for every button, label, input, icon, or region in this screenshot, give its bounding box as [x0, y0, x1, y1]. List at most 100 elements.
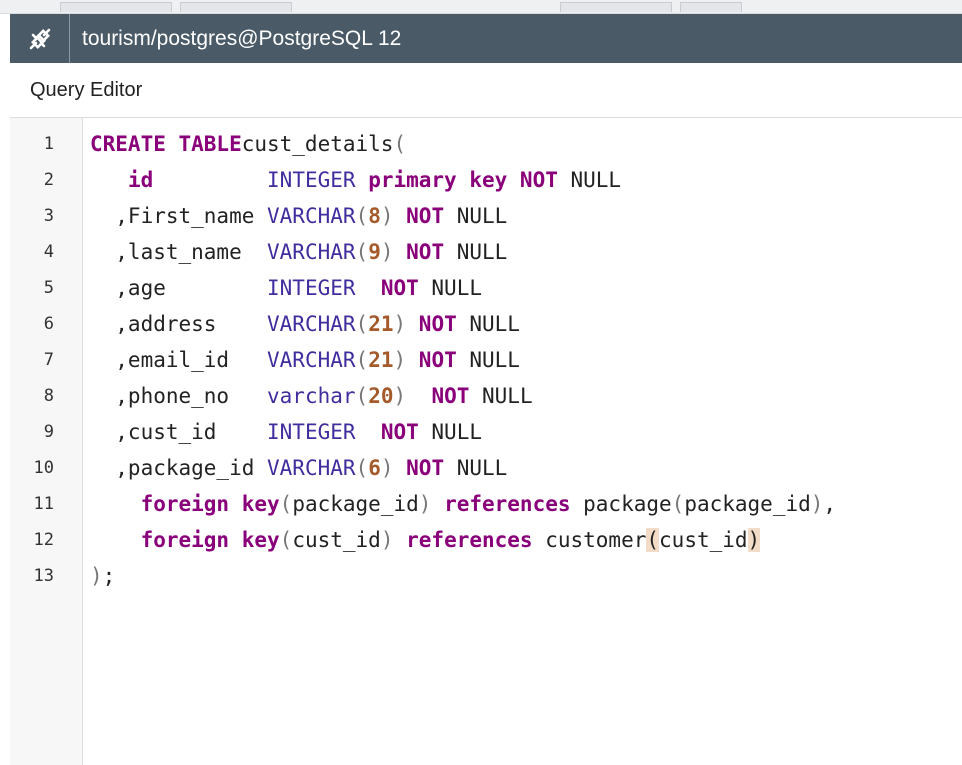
- code-token: (: [279, 528, 293, 552]
- code-token: ,cust_id: [90, 420, 268, 444]
- code-token: INTEGER: [267, 420, 356, 444]
- code-token: (: [355, 456, 369, 480]
- code-token: CREATE TABLE: [90, 132, 242, 156]
- code-area[interactable]: CREATE TABLEcust_details( id INTEGER pri…: [90, 118, 962, 765]
- line-number: 10: [33, 458, 54, 478]
- line-number: 3: [43, 206, 54, 226]
- code-line[interactable]: ,address VARCHAR(21) NOT NULL: [90, 306, 520, 342]
- code-token: ;: [102, 564, 116, 588]
- code-token: VARCHAR: [267, 240, 356, 264]
- code-token: NULL: [444, 456, 508, 480]
- code-token: ): [380, 204, 394, 228]
- code-line[interactable]: ,last_name VARCHAR(9) NOT NULL: [90, 234, 507, 270]
- code-token: 9: [368, 240, 381, 264]
- line-number: 9: [43, 422, 54, 442]
- line-number: 1: [43, 134, 54, 154]
- code-token: ,package_id: [90, 456, 268, 480]
- code-token: NOT: [431, 384, 470, 408]
- code-token: NULL: [456, 312, 520, 336]
- code-token: foreign key: [140, 528, 280, 552]
- code-token: ): [393, 312, 407, 336]
- background-tab[interactable]: [680, 2, 742, 12]
- code-line[interactable]: ,First_name VARCHAR(8) NOT NULL: [90, 198, 507, 234]
- code-token: (: [355, 240, 369, 264]
- code-token: 6: [368, 456, 381, 480]
- code-token: NOT: [380, 420, 419, 444]
- code-token: NULL: [456, 348, 520, 372]
- code-token: ,address: [90, 312, 268, 336]
- connection-title: tourism/postgres@PostgreSQL 12: [82, 26, 402, 50]
- code-token: VARCHAR: [267, 348, 356, 372]
- code-token: ,last_name: [90, 240, 268, 264]
- code-token: customer: [532, 528, 647, 552]
- code-token: (: [355, 312, 369, 336]
- background-tab[interactable]: [560, 2, 672, 12]
- code-token: NULL: [444, 204, 508, 228]
- code-line[interactable]: ,age INTEGER NOT NULL: [90, 270, 482, 306]
- code-line[interactable]: ,package_id VARCHAR(6) NOT NULL: [90, 450, 507, 486]
- code-token: VARCHAR: [267, 204, 356, 228]
- code-line[interactable]: CREATE TABLEcust_details(: [90, 126, 406, 162]
- code-token: (: [355, 348, 369, 372]
- line-number: 11: [33, 494, 54, 514]
- code-token: ): [393, 348, 407, 372]
- code-token: 8: [368, 204, 381, 228]
- code-line[interactable]: );: [90, 558, 115, 594]
- code-token: (: [355, 204, 369, 228]
- code-token: ): [380, 456, 394, 480]
- code-token: (: [646, 528, 660, 552]
- code-token: 21: [368, 348, 394, 372]
- code-token: cust_id: [659, 528, 748, 552]
- code-token: VARCHAR: [267, 312, 356, 336]
- code-token: NOT: [418, 348, 457, 372]
- code-token: NOT: [406, 456, 445, 480]
- code-token: primary key NOT: [368, 168, 558, 192]
- code-line[interactable]: ,phone_no varchar(20) NOT NULL: [90, 378, 533, 414]
- code-token: NULL: [557, 168, 622, 192]
- code-line[interactable]: ,email_id VARCHAR(21) NOT NULL: [90, 342, 520, 378]
- line-number: 4: [43, 242, 54, 262]
- code-line[interactable]: id INTEGER primary key NOT NULL: [90, 162, 621, 198]
- code-token: cust_id: [292, 528, 381, 552]
- code-token: INTEGER: [267, 276, 356, 300]
- line-number: 2: [43, 170, 54, 190]
- code-line[interactable]: foreign key(cust_id) references customer…: [90, 522, 761, 558]
- plug-connection-icon[interactable]: [10, 14, 70, 63]
- code-token: ): [380, 528, 394, 552]
- top-tab-strip: [0, 0, 962, 14]
- code-token: varchar: [267, 384, 356, 408]
- code-editor[interactable]: 1 2 3 4 5 6 7 8 9 10 11 12 13 CREATE TABLEcust_detai…: [10, 118, 962, 765]
- code-token: (: [279, 492, 293, 516]
- code-token: foreign key: [140, 492, 280, 516]
- line-number-gutter: 1 2 3 4 5 6 7 8 9 10 11 12 13: [10, 118, 83, 765]
- code-token: id: [127, 168, 154, 192]
- query-editor-header: Query Editor: [10, 63, 962, 118]
- code-token: NULL: [418, 420, 482, 444]
- code-token: NULL: [469, 384, 533, 408]
- code-token: 21: [368, 312, 394, 336]
- code-token: NOT: [380, 276, 419, 300]
- background-tab[interactable]: [60, 2, 172, 12]
- line-number: 5: [43, 278, 54, 298]
- code-token: ): [90, 564, 103, 588]
- code-token: cust_details: [241, 132, 394, 156]
- code-token: (: [355, 384, 369, 408]
- code-token: package: [570, 492, 672, 516]
- code-line[interactable]: foreign key(package_id) references packa…: [90, 486, 836, 522]
- line-number: 13: [33, 566, 54, 586]
- background-tab[interactable]: [180, 2, 292, 12]
- code-token: NULL: [418, 276, 482, 300]
- code-line[interactable]: ,cust_id INTEGER NOT NULL: [90, 414, 482, 450]
- code-token: ,: [823, 492, 837, 516]
